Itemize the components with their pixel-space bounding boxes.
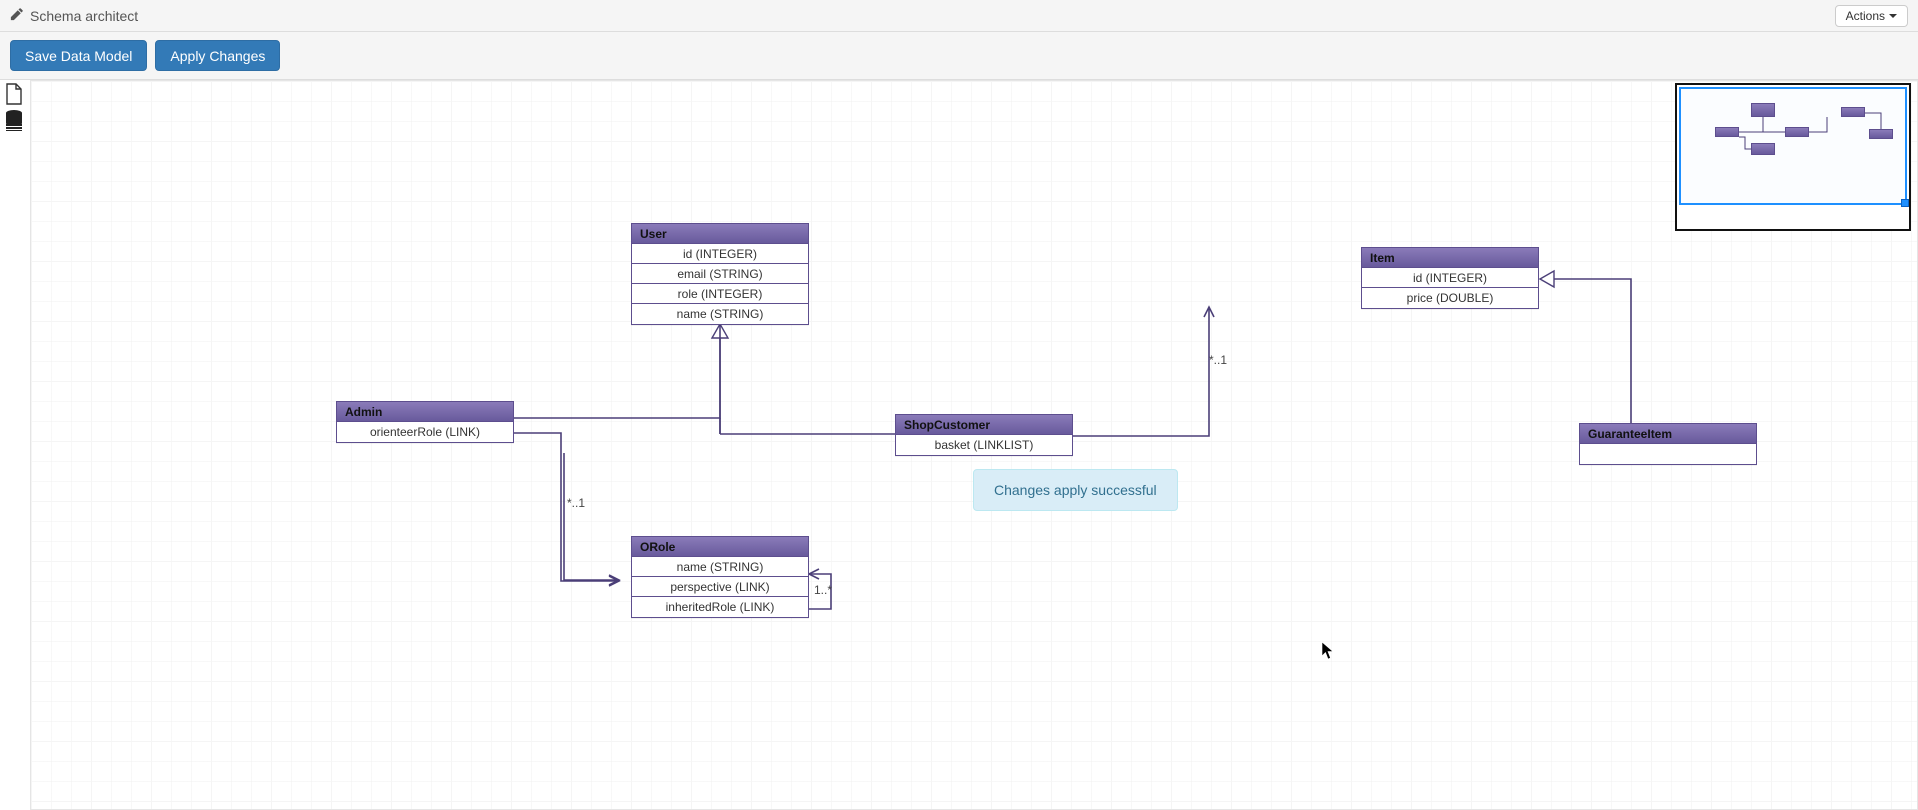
entity-admin-field[interactable]: orienteerRole (LINK)	[337, 422, 513, 442]
entity-item[interactable]: Item id (INTEGER) price (DOUBLE)	[1361, 247, 1539, 309]
entity-item-title: Item	[1362, 248, 1538, 268]
apply-changes-button[interactable]: Apply Changes	[155, 40, 280, 71]
actions-label: Actions	[1846, 9, 1885, 23]
page-title: Schema architect	[10, 7, 138, 24]
mouse-cursor-icon	[1321, 641, 1335, 661]
edge-admin-orole	[561, 441, 619, 581]
entity-orole-field[interactable]: inheritedRole (LINK)	[632, 597, 808, 617]
palette	[2, 82, 30, 132]
entity-guaranteeitem[interactable]: GuaranteeItem	[1579, 423, 1757, 465]
entity-admin[interactable]: Admin orienteerRole (LINK)	[336, 401, 514, 443]
database-icon	[4, 109, 24, 131]
edge-label-orole-self: 1..*	[814, 583, 832, 597]
entity-shopcustomer-field[interactable]: basket (LINKLIST)	[896, 435, 1072, 455]
entity-user-title: User	[632, 224, 808, 244]
toast-success: Changes apply successful	[973, 469, 1178, 511]
entity-item-field[interactable]: price (DOUBLE)	[1362, 288, 1538, 308]
document-icon	[4, 83, 24, 105]
entity-orole-field[interactable]: perspective (LINK)	[632, 577, 808, 597]
entity-orole-field[interactable]: name (STRING)	[632, 557, 808, 577]
panel-header: Schema architect Actions	[0, 0, 1918, 32]
chevron-down-icon	[1889, 14, 1897, 18]
edge-shopcustomer-item	[1073, 307, 1209, 436]
entity-user-field[interactable]: email (STRING)	[632, 264, 808, 284]
entity-user-field[interactable]: name (STRING)	[632, 304, 808, 324]
workspace: User id (INTEGER) email (STRING) role (I…	[0, 80, 1918, 810]
entity-user[interactable]: User id (INTEGER) email (STRING) role (I…	[631, 223, 809, 325]
edit-icon	[10, 7, 24, 24]
entity-guaranteeitem-title: GuaranteeItem	[1580, 424, 1756, 444]
minimap[interactable]	[1675, 83, 1911, 231]
entity-user-field[interactable]: id (INTEGER)	[632, 244, 808, 264]
entity-user-field[interactable]: role (INTEGER)	[632, 284, 808, 304]
edge-label-admin-orole: *..1	[567, 496, 585, 510]
toast-message: Changes apply successful	[994, 482, 1157, 498]
diagram-canvas[interactable]: User id (INTEGER) email (STRING) role (I…	[30, 80, 1918, 810]
palette-new-class[interactable]	[2, 82, 26, 106]
entity-orole[interactable]: ORole name (STRING) perspective (LINK) i…	[631, 536, 809, 618]
entity-shopcustomer-title: ShopCustomer	[896, 415, 1072, 435]
minimap-edges	[1677, 85, 1909, 229]
palette-existing-classes[interactable]	[2, 108, 26, 132]
entity-orole-title: ORole	[632, 537, 808, 557]
save-data-model-button[interactable]: Save Data Model	[10, 40, 147, 71]
edge-label-shopcustomer-item: *..1	[1209, 353, 1227, 367]
entity-item-field[interactable]: id (INTEGER)	[1362, 268, 1538, 288]
edge-guaranteeitem-item	[1541, 279, 1631, 423]
toolbar: Save Data Model Apply Changes	[0, 32, 1918, 80]
entity-admin-title: Admin	[337, 402, 513, 422]
entity-shopcustomer[interactable]: ShopCustomer basket (LINKLIST)	[895, 414, 1073, 456]
page-title-text: Schema architect	[30, 8, 138, 24]
actions-dropdown[interactable]: Actions	[1835, 5, 1908, 27]
